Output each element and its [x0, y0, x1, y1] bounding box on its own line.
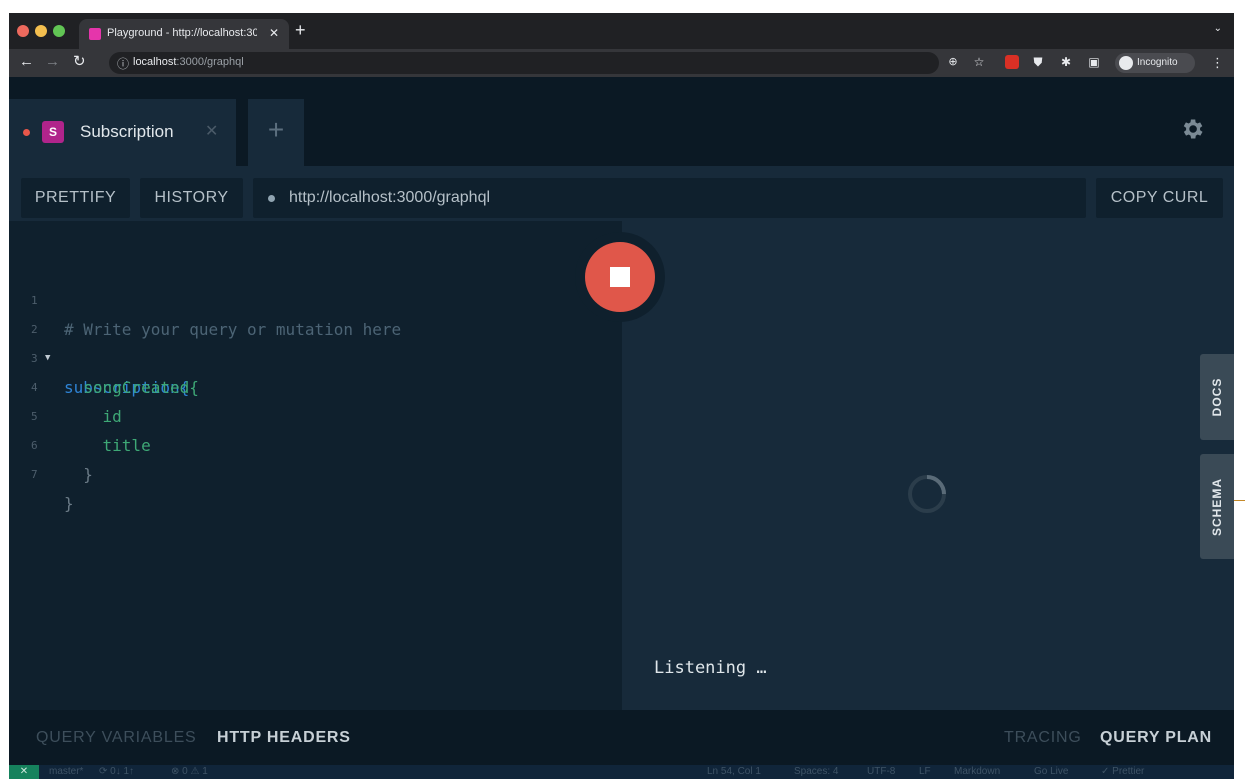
query-plan-tab[interactable]: QUERY PLAN [1100, 710, 1212, 765]
zoom-icon[interactable]: ⊕ [946, 55, 960, 69]
playground-tab-bar: S Subscription ✕ + [9, 77, 1234, 166]
docs-tab[interactable]: DOCS [1200, 354, 1234, 440]
editor-line: 6 } [9, 402, 622, 484]
prettier-status[interactable]: ✓ Prettier [1101, 765, 1144, 779]
indentation[interactable]: Spaces: 4 [794, 765, 838, 779]
back-icon[interactable]: ← [19, 54, 34, 70]
shield-icon[interactable]: ⛊ [1031, 55, 1045, 69]
background-edge-line [1234, 500, 1245, 501]
remote-icon[interactable]: ✕ [9, 765, 39, 779]
forward-icon[interactable]: → [45, 54, 60, 70]
query-variables-tab[interactable]: QUERY VARIABLES [36, 710, 197, 765]
puzzle-icon[interactable]: ✱ [1059, 55, 1073, 69]
address-bar-url: localhost:3000/graphql [133, 56, 244, 68]
loading-spinner-icon [908, 475, 946, 513]
git-branch[interactable]: master* [49, 765, 83, 779]
listening-status: Listening … [654, 658, 767, 678]
bottom-panel-bar: QUERY VARIABLES HTTP HEADERS TRACING QUE… [9, 710, 1234, 765]
problems-count[interactable]: ⊗ 0 ⚠ 1 [171, 765, 208, 779]
editor-line: 5 title [9, 373, 622, 455]
endpoint-url: http://localhost:3000/graphql [289, 189, 491, 206]
tab-search-icon[interactable]: ⌄ [1214, 23, 1222, 34]
playground-toolbar: PRETTIFY HISTORY http://localhost:3000/g… [9, 166, 1234, 221]
end-of-line[interactable]: LF [919, 765, 931, 779]
result-pane: Listening … [622, 221, 1234, 710]
connection-status-icon [268, 195, 275, 202]
browser-tab[interactable]: Playground - http://localhost:3000/graph… [79, 19, 289, 49]
stop-button-circle [585, 242, 655, 312]
add-tab-button[interactable]: + [248, 99, 304, 166]
menu-icon[interactable]: ⋮ [1211, 55, 1224, 71]
browser-tab-strip: Playground - http://localhost:3000/graph… [9, 13, 1234, 49]
http-headers-tab[interactable]: HTTP HEADERS [217, 710, 351, 765]
schema-tab[interactable]: SCHEMA [1200, 454, 1234, 559]
git-sync[interactable]: ⟳ 0↓ 1↑ [99, 765, 134, 779]
new-tab-button[interactable]: + [295, 21, 306, 39]
line-number: 7 [31, 468, 38, 481]
graphql-favicon-icon [89, 28, 101, 40]
close-tab-icon[interactable]: ✕ [205, 121, 218, 143]
browser-tab-title: Playground - http://localhost:3000/graph… [107, 27, 257, 39]
reload-icon[interactable]: ↻ [73, 54, 86, 70]
minimize-window-icon[interactable] [35, 25, 47, 37]
cursor-position[interactable]: Ln 54, Col 1 [707, 765, 761, 779]
subscription-badge: S [42, 121, 64, 143]
browser-window: Playground - http://localhost:3000/graph… [9, 13, 1234, 779]
go-live-button[interactable]: Go Live [1034, 765, 1068, 779]
code-brace: } [64, 494, 74, 513]
copy-curl-button[interactable]: COPY CURL [1096, 178, 1223, 218]
extension-icon[interactable] [1005, 55, 1019, 69]
tracing-tab[interactable]: TRACING [1004, 710, 1082, 765]
docs-tab-label: DOCS [1210, 377, 1224, 417]
incognito-badge[interactable]: Incognito [1115, 53, 1195, 73]
incognito-icon [1119, 56, 1133, 70]
stop-subscription-button[interactable] [575, 232, 665, 322]
editor-line: 3 songCreated{ [9, 315, 622, 397]
encoding[interactable]: UTF-8 [867, 765, 895, 779]
browser-toolbar: ← → ↻ ⓘ localhost:3000/graphql ⊕ ☆ ⛊ ✱ ▣… [9, 49, 1234, 77]
editor-line: 2 ▼ subscription{ [9, 286, 622, 397]
history-button[interactable]: HISTORY [140, 178, 243, 218]
incognito-label: Incognito [1137, 57, 1178, 68]
window-icon[interactable]: ▣ [1087, 55, 1101, 69]
close-window-icon[interactable] [17, 25, 29, 37]
address-bar[interactable]: ⓘ localhost:3000/graphql [109, 52, 939, 74]
settings-gear-icon[interactable] [1179, 116, 1205, 142]
endpoint-input[interactable]: http://localhost:3000/graphql [253, 178, 1086, 218]
schema-tab-label: SCHEMA [1210, 477, 1224, 536]
info-icon[interactable]: ⓘ [117, 55, 129, 72]
tab-subscription[interactable]: S Subscription ✕ [9, 99, 236, 166]
code-brace: } [64, 465, 93, 484]
prettify-button[interactable]: PRETTIFY [21, 178, 130, 218]
tab-label: Subscription [80, 122, 174, 141]
close-tab-icon[interactable]: ✕ [269, 26, 279, 40]
editor-line: 4 id [9, 344, 622, 426]
unsaved-dot-icon [23, 129, 30, 136]
editor-status-bar: ✕ master* ⟳ 0↓ 1↑ ⊗ 0 ⚠ 1 Ln 54, Col 1 S… [9, 765, 1234, 779]
editor-line: 1 # Write your query or mutation here [9, 257, 622, 339]
maximize-window-icon[interactable] [53, 25, 65, 37]
query-editor[interactable]: 1 # Write your query or mutation here 2 … [9, 221, 622, 710]
language-mode[interactable]: Markdown [954, 765, 1000, 779]
stop-icon [610, 267, 630, 287]
editor-line: 7 } [9, 431, 622, 513]
star-icon[interactable]: ☆ [972, 55, 986, 69]
